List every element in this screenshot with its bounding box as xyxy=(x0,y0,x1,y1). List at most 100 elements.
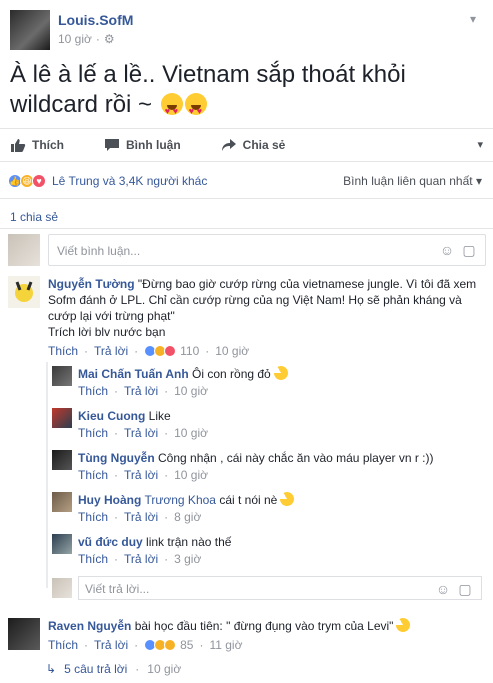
replier-avatar[interactable] xyxy=(52,534,72,554)
sticker-icon[interactable]: ▢ xyxy=(457,581,473,597)
share-label: Chia sẻ xyxy=(242,138,286,152)
reply-meta: Thích · Trả lời · 10 giờ xyxy=(78,384,208,398)
emoji-picker-icon[interactable]: ☺ xyxy=(439,242,455,258)
comment-button[interactable]: Bình luận xyxy=(104,138,181,152)
post-time[interactable]: 10 giờ xyxy=(58,32,92,46)
pacman-emoji-icon xyxy=(271,363,291,383)
comment-like-link[interactable]: Thích xyxy=(48,638,78,652)
mention-link[interactable]: Trương Khoa xyxy=(144,493,216,507)
reply-time[interactable]: 3 giờ xyxy=(174,552,201,566)
reply-time[interactable]: 8 giờ xyxy=(174,510,201,524)
sticker-icon[interactable]: ▢ xyxy=(461,242,477,258)
comment-like-link[interactable]: Thích xyxy=(48,344,78,358)
comment-input[interactable]: Viết bình luận... ☺ ▢ xyxy=(48,234,486,266)
comment-input-placeholder: Viết bình luận... xyxy=(57,244,141,258)
reaction-names-link[interactable]: Lê Trung và 3,4K người khác xyxy=(52,174,207,188)
shares-count-link[interactable]: 1 chia sẻ xyxy=(10,210,58,224)
comment-text: bài học đầu tiên: " đừng đụng vào trym c… xyxy=(134,619,394,633)
reactions-summary: 👍 😆 ♥ Lê Trung và 3,4K người khác Bình l… xyxy=(8,170,488,192)
comment-label: Bình luận xyxy=(126,138,181,152)
replier-name[interactable]: Mai Chấn Tuấn Anh xyxy=(78,367,189,381)
divider xyxy=(0,228,493,229)
reply-text: cái t nói nè xyxy=(219,493,278,507)
comment-composer: Viết bình luận... ☺ ▢ xyxy=(8,234,486,268)
replier-avatar[interactable] xyxy=(52,408,72,428)
comment-reactions[interactable] xyxy=(144,639,177,651)
comment-meta: Thích · Trả lời · 85 · 11 giờ xyxy=(48,638,243,652)
pikachu-avatar-icon xyxy=(15,281,33,302)
audience-gear-icon[interactable]: ⚙ xyxy=(104,32,115,46)
reply-meta: Thích · Trả lời · 8 giờ xyxy=(78,510,202,524)
sort-chevron-down-icon: ▾ xyxy=(475,174,482,188)
replier-avatar[interactable] xyxy=(52,366,72,386)
reply-text: link trận nào thế xyxy=(146,535,232,549)
heart-eyes-emoji-icon xyxy=(160,93,183,126)
love-reaction-icon[interactable]: ♥ xyxy=(32,174,46,188)
replier-name[interactable]: Huy Hoàng xyxy=(78,493,141,507)
post-options-chevron-icon[interactable]: ▾ xyxy=(470,12,476,26)
reply-input[interactable]: Viết trả lời... ☺ ▢ xyxy=(78,576,482,600)
reply-time[interactable]: 10 giờ xyxy=(174,468,208,482)
comment-body: Raven Nguyễn bài học đầu tiên: " đừng đụ… xyxy=(48,615,486,635)
reply-like-link[interactable]: Thích xyxy=(78,552,108,566)
pacman-emoji-icon xyxy=(393,615,413,635)
reply-body: Tùng Nguyễn Công nhận , cái này chắc ăn … xyxy=(78,450,434,466)
like-button[interactable]: Thích xyxy=(10,138,64,152)
reply-input-placeholder: Viết trả lời... xyxy=(85,582,150,596)
reply-reply-link[interactable]: Trả lời xyxy=(124,552,158,566)
reply-like-link[interactable]: Thích xyxy=(78,468,108,482)
comment-reaction-count: 85 xyxy=(180,638,194,652)
reply-like-link[interactable]: Thích xyxy=(78,384,108,398)
share-button[interactable]: Chia sẻ xyxy=(221,138,286,152)
reply-like-link[interactable]: Thích xyxy=(78,510,108,524)
reply-reply-link[interactable]: Trả lời xyxy=(124,510,158,524)
comment-time[interactable]: 11 giờ xyxy=(209,638,242,652)
replier-name[interactable]: vũ đức duy xyxy=(78,535,143,549)
commenter-avatar[interactable] xyxy=(8,276,40,308)
reply-time[interactable]: 10 giờ xyxy=(174,384,208,398)
wow-reaction-icon xyxy=(164,639,177,651)
action-bar: Thích Bình luận Chia sẻ ▾ xyxy=(0,128,493,162)
reply-item: Huy Hoàng Trương Khoa cái t nói nè Thích… xyxy=(52,489,482,528)
post-text: À lê à lế a lề.. Vietnam sắp thoát khỏi … xyxy=(10,60,480,126)
commenter-name[interactable]: Nguyễn Tường xyxy=(48,277,135,291)
sort-label: Bình luận liên quan nhất xyxy=(343,174,473,188)
post-header: Louis.SofM 10 giờ · ⚙ ▾ xyxy=(10,10,480,52)
comment-time[interactable]: 10 giờ xyxy=(215,344,249,358)
reply-meta: Thích · Trả lời · 10 giờ xyxy=(78,468,208,482)
author-name[interactable]: Louis.SofM xyxy=(58,12,133,28)
more-replies-link[interactable]: 5 câu trả lời xyxy=(64,662,127,676)
reply-body: Kieu Cuong Like xyxy=(78,408,171,424)
reply-composer: Viết trả lời... ☺ ▢ xyxy=(52,576,482,600)
commenter-avatar[interactable] xyxy=(8,618,40,650)
action-chevron-down-icon[interactable]: ▾ xyxy=(477,138,483,151)
replier-avatar[interactable] xyxy=(52,492,72,512)
reply-arrow-icon: ↳ xyxy=(46,662,57,676)
comment-reply-link[interactable]: Trả lời xyxy=(94,638,128,652)
replier-name[interactable]: Kieu Cuong xyxy=(78,409,145,423)
replies-thread-line xyxy=(46,362,48,588)
reply-item: Mai Chấn Tuấn Anh Ôi con rồng đỏ Thích · T… xyxy=(52,363,482,402)
reply-like-link[interactable]: Thích xyxy=(78,426,108,440)
pacman-emoji-icon xyxy=(277,489,297,509)
reply-reply-link[interactable]: Trả lời xyxy=(124,384,158,398)
view-more-replies[interactable]: ↳ 5 câu trả lời · 10 giờ xyxy=(46,662,181,676)
author-avatar[interactable] xyxy=(10,10,50,50)
reply-time[interactable]: 10 giờ xyxy=(174,426,208,440)
share-arrow-icon xyxy=(221,139,236,151)
emoji-picker-icon[interactable]: ☺ xyxy=(435,581,451,597)
replier-name[interactable]: Tùng Nguyễn xyxy=(78,451,155,465)
comment-meta: Thích · Trả lời · 110 · 10 giờ xyxy=(48,344,250,358)
current-user-avatar xyxy=(52,578,72,598)
reply-reply-link[interactable]: Trả lời xyxy=(124,468,158,482)
comment-reply-link[interactable]: Trả lời xyxy=(94,344,128,358)
reply-meta: Thích · Trả lời · 3 giờ xyxy=(78,552,202,566)
comment-reactions[interactable] xyxy=(144,345,177,357)
comment-sort-dropdown[interactable]: Bình luận liên quan nhất ▾ xyxy=(343,174,482,188)
reply-body: Huy Hoàng Trương Khoa cái t nói nè xyxy=(78,489,297,509)
reply-item: vũ đức duy link trận nào thế Thích · Trả l… xyxy=(52,534,482,570)
reply-reply-link[interactable]: Trả lời xyxy=(124,426,158,440)
replier-avatar[interactable] xyxy=(52,450,72,470)
commenter-name[interactable]: Raven Nguyễn xyxy=(48,619,131,633)
reply-body: Mai Chấn Tuấn Anh Ôi con rồng đỏ xyxy=(78,363,291,383)
